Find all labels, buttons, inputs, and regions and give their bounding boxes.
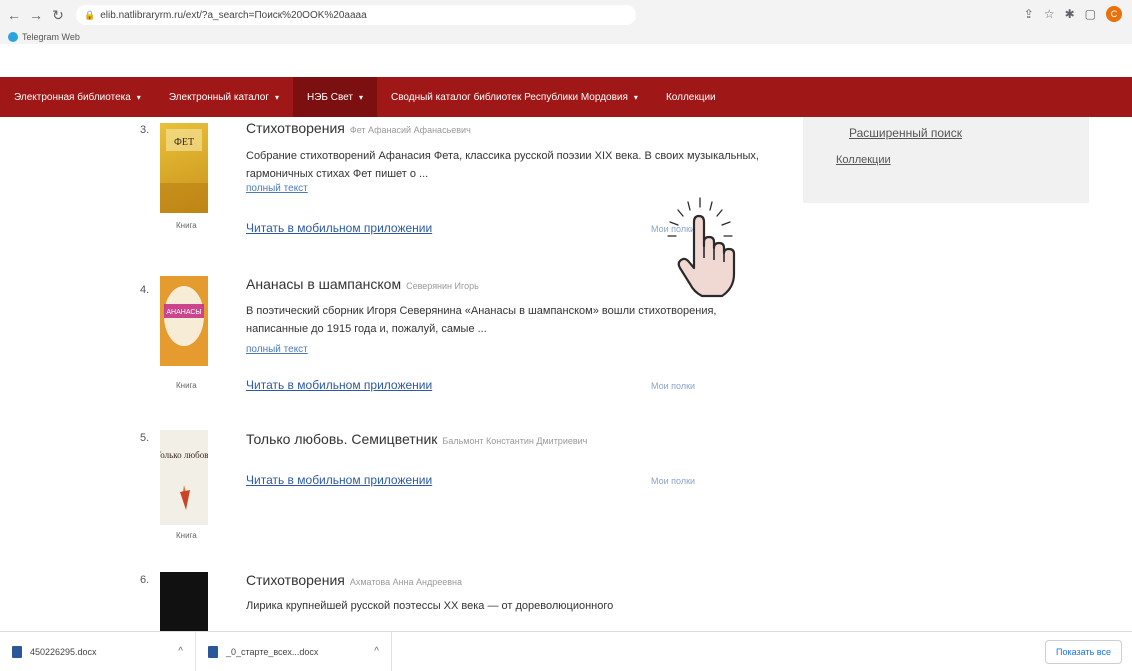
book-cover[interactable] bbox=[160, 572, 208, 631]
cover-art: АНАНАСЫ bbox=[164, 286, 204, 346]
chevron-down-icon: ▾ bbox=[274, 92, 279, 102]
star-icon[interactable]: ☆ bbox=[1044, 7, 1055, 21]
nav-item-neb[interactable]: НЭБ Свет ▾ bbox=[293, 77, 377, 117]
nav-item-collections[interactable]: Коллекции bbox=[652, 77, 730, 117]
chevron-down-icon: ▾ bbox=[136, 92, 141, 102]
telegram-icon bbox=[8, 32, 18, 42]
extensions-icon[interactable]: ✱ bbox=[1065, 7, 1075, 21]
download-filename: 450226295.docx bbox=[30, 646, 97, 657]
nav-label: Сводный каталог библиотек Республики Мор… bbox=[391, 91, 628, 103]
cover-art: Только любовь bbox=[155, 450, 213, 510]
result-title-line: Стихотворения Фет Афанасий Афанасьевич bbox=[246, 120, 471, 136]
result-title-line: Ананасы в шампанском Северянин Игорь bbox=[246, 276, 479, 292]
back-icon[interactable]: ← bbox=[6, 7, 22, 24]
cover-art: ФЕТ bbox=[160, 129, 208, 213]
cover-title: Только любовь bbox=[160, 450, 208, 460]
cover-type-label: Книга bbox=[176, 221, 197, 230]
book-cover[interactable]: ФЕТ bbox=[160, 123, 208, 213]
result-title[interactable]: Только любовь. Семицветник bbox=[246, 431, 437, 447]
forward-icon[interactable]: → bbox=[28, 7, 44, 24]
collections-link[interactable]: Коллекции bbox=[836, 154, 891, 166]
bookmark-telegram[interactable]: Telegram Web bbox=[22, 32, 80, 42]
download-item[interactable]: _0_старте_всех...docx ^ bbox=[196, 631, 392, 671]
result-author[interactable]: Ахматова Анна Андреевна bbox=[350, 577, 462, 587]
nav-item-ecatalog[interactable]: Электронный каталог ▾ bbox=[155, 77, 293, 117]
reload-icon[interactable]: ↻ bbox=[50, 7, 66, 24]
site-nav: Электронная библиотека ▾ Электронный ката… bbox=[0, 77, 1132, 117]
nav-label: Электронная библиотека bbox=[14, 91, 131, 103]
url-text: elib.natlibraryrm.ru/ext/?a_search=Поиск… bbox=[100, 9, 367, 21]
result-number: 4. bbox=[140, 284, 150, 296]
result-author[interactable]: Фет Афанасий Афанасьевич bbox=[350, 125, 471, 135]
word-file-icon bbox=[12, 645, 22, 658]
downloads-bar: 450226295.docx ^ _0_старте_всех...docx ^… bbox=[0, 631, 1132, 671]
browser-nav: ← → ↻ bbox=[6, 7, 66, 24]
my-shelves-button[interactable]: Мои полки bbox=[651, 476, 695, 486]
nav-item-elibrary[interactable]: Электронная библиотека ▾ bbox=[0, 77, 155, 117]
mobile-app-link[interactable]: Читать в мобильном приложении bbox=[246, 378, 432, 392]
extended-search-link[interactable]: Расширенный поиск bbox=[849, 126, 962, 140]
result-title-line: Только любовь. Семицветник Бальмонт Конст… bbox=[246, 431, 587, 447]
download-item[interactable]: 450226295.docx ^ bbox=[0, 631, 196, 671]
result-author[interactable]: Северянин Игорь bbox=[406, 281, 479, 291]
result-number: 3. bbox=[140, 124, 150, 136]
book-cover[interactable]: АНАНАСЫ bbox=[160, 276, 208, 366]
show-all-downloads-button[interactable]: Показать все bbox=[1045, 640, 1122, 664]
lock-icon: 🔒 bbox=[84, 9, 96, 20]
bookmarks-bar: Telegram Web bbox=[0, 30, 1132, 44]
result-number: 5. bbox=[140, 432, 150, 444]
result-number: 6. bbox=[140, 574, 150, 586]
browser-toolbar: ← → ↻ 🔒 elib.natlibraryrm.ru/ext/?a_sear… bbox=[0, 0, 1132, 30]
chevron-down-icon: ▾ bbox=[358, 92, 363, 102]
profile-avatar[interactable]: C bbox=[1106, 6, 1122, 22]
result-description: Лирика крупнейшей русской поэтессы XX ве… bbox=[246, 600, 614, 612]
result-description: В поэтический сборник Игоря Северянина «… bbox=[246, 305, 717, 335]
nav-item-union-catalog[interactable]: Сводный каталог библиотек Республики Мор… bbox=[377, 77, 652, 117]
word-file-icon bbox=[208, 645, 218, 658]
cover-title: АНАНАСЫ bbox=[166, 309, 201, 316]
result-author[interactable]: Бальмонт Константин Дмитриевич bbox=[442, 436, 587, 446]
fulltext-link[interactable]: полный текст bbox=[246, 183, 308, 194]
fulltext-link[interactable]: полный текст bbox=[246, 344, 308, 355]
hand-cursor-icon bbox=[666, 196, 736, 298]
result-title-line: Стихотворения Ахматова Анна Андреевна bbox=[246, 572, 462, 588]
address-bar[interactable]: 🔒 elib.natlibraryrm.ru/ext/?a_search=Пои… bbox=[76, 5, 636, 25]
chevron-up-icon[interactable]: ^ bbox=[374, 646, 379, 657]
cover-title: ФЕТ bbox=[174, 137, 194, 148]
nav-label: НЭБ Свет bbox=[307, 91, 353, 103]
chevron-down-icon: ▾ bbox=[633, 92, 638, 102]
nav-label: Электронный каталог bbox=[168, 91, 269, 103]
nav-label: Коллекции bbox=[665, 91, 716, 103]
result-title[interactable]: Стихотворения bbox=[246, 572, 345, 588]
sidepanel-icon[interactable]: ▢ bbox=[1085, 7, 1096, 21]
download-filename: _0_старте_всех...docx bbox=[226, 646, 319, 657]
side-panel: Расширенный поиск Коллекции bbox=[803, 117, 1089, 203]
mobile-app-link[interactable]: Читать в мобильном приложении bbox=[246, 473, 432, 487]
result-title[interactable]: Ананасы в шампанском bbox=[246, 276, 401, 292]
result-description: Собрание стихотворений Афанасия Фета, кл… bbox=[246, 150, 759, 180]
share-icon[interactable]: ⇪ bbox=[1024, 7, 1034, 21]
my-shelves-button[interactable]: Мои полки bbox=[651, 381, 695, 391]
result-title[interactable]: Стихотворения bbox=[246, 120, 345, 136]
chevron-up-icon[interactable]: ^ bbox=[178, 646, 183, 657]
mobile-app-link[interactable]: Читать в мобильном приложении bbox=[246, 221, 432, 235]
browser-actions: ⇪ ☆ ✱ ▢ C bbox=[1024, 6, 1122, 22]
book-cover[interactable]: Только любовь bbox=[155, 430, 213, 525]
cover-type-label: Книга bbox=[176, 381, 197, 390]
cover-type-label: Книга bbox=[176, 531, 197, 540]
